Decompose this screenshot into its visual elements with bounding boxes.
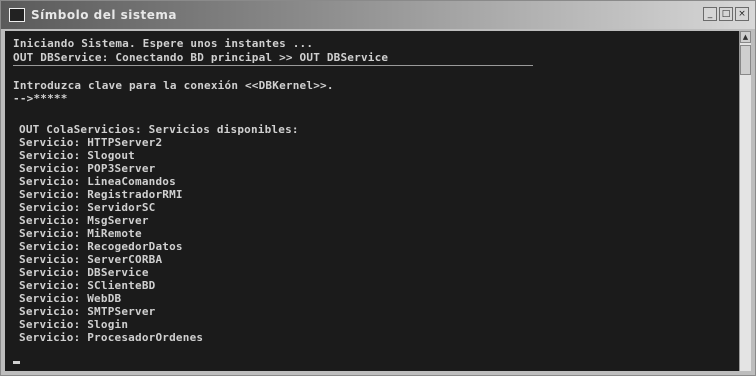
service-line: Servicio: RegistradorRMI xyxy=(19,188,183,201)
service-prefix: Servicio: xyxy=(19,292,81,305)
service-prefix: Servicio: xyxy=(19,149,81,162)
minimize-button[interactable]: _ xyxy=(703,7,717,21)
console-line: Iniciando Sistema. Espere unos instantes… xyxy=(13,37,314,50)
service-name: Slogin xyxy=(87,318,129,331)
service-name: LineaComandos xyxy=(87,175,176,188)
service-prefix: Servicio: xyxy=(19,253,81,266)
service-prefix: Servicio: xyxy=(19,266,81,279)
service-line: Servicio: ServidorSC xyxy=(19,201,155,214)
text-cursor xyxy=(13,361,20,364)
vertical-scrollbar[interactable]: ▲ xyxy=(739,31,751,371)
service-line: Servicio: WebDB xyxy=(19,292,121,305)
service-name: POP3Server xyxy=(87,162,156,175)
console-line: OUT DBService: Conectando BD principal >… xyxy=(13,51,533,66)
service-name: RegistradorRMI xyxy=(87,188,183,201)
service-name: SMTPServer xyxy=(87,305,156,318)
service-line: Servicio: HTTPServer2 xyxy=(19,136,162,149)
service-line: Servicio: MiRemote xyxy=(19,227,142,240)
service-name: DBService xyxy=(87,266,149,279)
service-line: Servicio: LineaComandos xyxy=(19,175,176,188)
service-line: Servicio: SClienteBD xyxy=(19,279,155,292)
scroll-thumb[interactable] xyxy=(740,45,751,75)
service-line: Servicio: Slogout xyxy=(19,149,135,162)
service-name: ServidorSC xyxy=(87,201,156,214)
service-prefix: Servicio: xyxy=(19,318,81,331)
service-prefix: Servicio: xyxy=(19,227,81,240)
command-prompt-window: Símbolo del sistema _ □ × Iniciando Sist… xyxy=(0,0,756,376)
services-header: OUT ColaServicios: Servicios disponibles… xyxy=(19,123,299,136)
service-prefix: Servicio: xyxy=(19,188,81,201)
prompt-line: Introduzca clave para la conexión <<DBKe… xyxy=(13,79,334,92)
service-name: WebDB xyxy=(87,292,122,305)
service-name: SClienteBD xyxy=(87,279,156,292)
service-line: Servicio: MsgServer xyxy=(19,214,149,227)
service-line: Servicio: Slogin xyxy=(19,318,128,331)
service-prefix: Servicio: xyxy=(19,136,81,149)
service-name: Slogout xyxy=(87,149,135,162)
service-prefix: Servicio: xyxy=(19,305,81,318)
service-name: MiRemote xyxy=(87,227,142,240)
service-line: Servicio: ProcesadorOrdenes xyxy=(19,331,203,344)
console-output[interactable]: Iniciando Sistema. Espere unos instantes… xyxy=(5,31,740,371)
window-controls: _ □ × xyxy=(703,7,749,21)
service-line: Servicio: DBService xyxy=(19,266,149,279)
service-prefix: Servicio: xyxy=(19,214,81,227)
maximize-button[interactable]: □ xyxy=(719,7,733,21)
service-prefix: Servicio: xyxy=(19,331,81,344)
service-name: MsgServer xyxy=(87,214,149,227)
input-line: -->***** xyxy=(13,92,68,105)
window-title: Símbolo del sistema xyxy=(31,8,178,22)
service-line: Servicio: ServerCORBA xyxy=(19,253,162,266)
scroll-up-arrow-icon[interactable]: ▲ xyxy=(740,31,751,43)
service-line: Servicio: RecogedorDatos xyxy=(19,240,183,253)
service-name: HTTPServer2 xyxy=(87,136,163,149)
console-icon xyxy=(9,8,25,22)
service-line: Servicio: SMTPServer xyxy=(19,305,155,318)
service-prefix: Servicio: xyxy=(19,201,81,214)
service-name: RecogedorDatos xyxy=(87,240,183,253)
service-name: ServerCORBA xyxy=(87,253,163,266)
service-prefix: Servicio: xyxy=(19,279,81,292)
service-line: Servicio: POP3Server xyxy=(19,162,155,175)
service-prefix: Servicio: xyxy=(19,162,81,175)
title-bar[interactable]: Símbolo del sistema _ □ × xyxy=(1,1,755,29)
close-button[interactable]: × xyxy=(735,7,749,21)
service-prefix: Servicio: xyxy=(19,175,81,188)
service-name: ProcesadorOrdenes xyxy=(87,331,204,344)
service-prefix: Servicio: xyxy=(19,240,81,253)
